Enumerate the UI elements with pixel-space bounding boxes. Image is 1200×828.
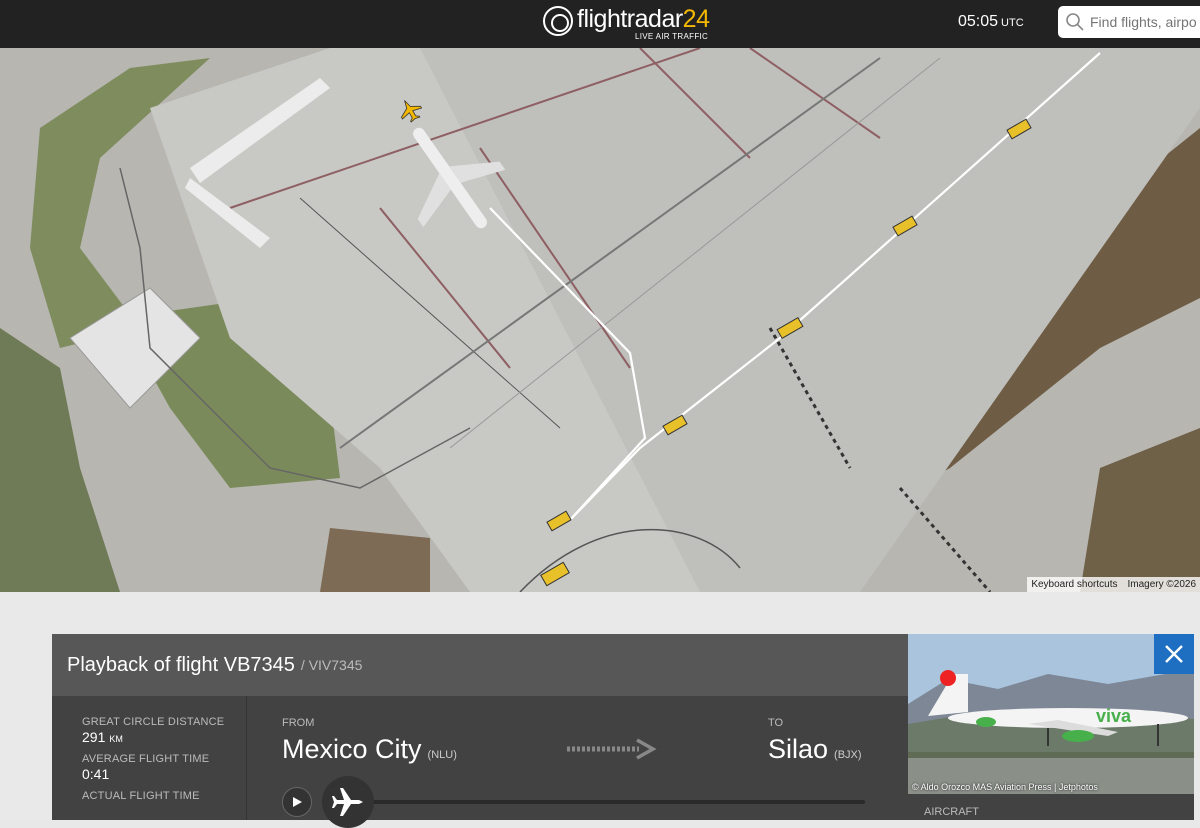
search-input[interactable] [1090, 14, 1200, 30]
map-attribution: Keyboard shortcuts Imagery ©2026 [1027, 577, 1200, 592]
stat-label: AVERAGE FLIGHT TIME [82, 753, 210, 765]
logo-subtitle: LIVE AIR TRAFFIC [635, 32, 709, 41]
to-label: TO [768, 717, 784, 729]
flight-playback-panel: Playback of flight VB7345 / VIV7345 GREA… [52, 634, 908, 828]
flight-callsign: / VIV7345 [300, 657, 363, 673]
top-bar: flightradar24 LIVE AIR TRAFFIC 05:05 UTC [0, 0, 1200, 48]
playback-track[interactable] [367, 800, 865, 804]
keyboard-shortcuts-link[interactable]: Keyboard shortcuts [1031, 579, 1117, 590]
play-icon [293, 797, 302, 807]
imagery-credit: Imagery ©2026 [1127, 579, 1196, 590]
utc-clock: 05:05 UTC [958, 13, 1024, 30]
aircraft-photo[interactable]: viva © Aldo Orozco MAS Aviation Press | … [908, 634, 1194, 794]
from-label: FROM [282, 717, 315, 729]
stat-label: ACTUAL FLIGHT TIME [82, 790, 200, 802]
flight-stats: GREAT CIRCLE DISTANCE 291 KM AVERAGE FLIG… [52, 696, 247, 820]
stat-value: 291 KM [82, 729, 123, 745]
aircraft-section-header[interactable]: AIRCRAFT [908, 794, 1194, 820]
airplane-icon [332, 788, 363, 816]
playback-slider-handle[interactable] [322, 776, 374, 828]
route-section: FROM Mexico City (NLU) TO Silao (BJX) [282, 696, 882, 828]
route-arrow-icon [567, 738, 657, 760]
panel-header: Playback of flight VB7345 / VIV7345 [52, 634, 908, 696]
play-button[interactable] [282, 787, 312, 817]
search-icon [1066, 13, 1084, 31]
satellite-map[interactable]: Keyboard shortcuts Imagery ©2026 [0, 48, 1200, 592]
stat-value: 0:41 [82, 766, 110, 782]
radar-logo-icon [543, 6, 573, 36]
flightradar24-logo[interactable]: flightradar24 LIVE AIR TRAFFIC [543, 5, 710, 41]
livery-text: viva [1096, 706, 1132, 726]
search-box[interactable] [1058, 6, 1200, 38]
flight-title: Playback of flight VB7345 [67, 653, 295, 676]
logo-text: flightradar24 [577, 5, 710, 33]
origin-city[interactable]: Mexico City (NLU) [282, 734, 457, 765]
close-icon [1165, 645, 1183, 663]
destination-city[interactable]: Silao (BJX) [768, 734, 862, 765]
aircraft-photo-image: viva [908, 634, 1194, 794]
airport-satellite-view [0, 48, 1200, 592]
close-button[interactable] [1154, 634, 1194, 674]
photo-credit[interactable]: © Aldo Orozco MAS Aviation Press | Jetph… [912, 782, 1098, 792]
stat-label: GREAT CIRCLE DISTANCE [82, 716, 225, 728]
